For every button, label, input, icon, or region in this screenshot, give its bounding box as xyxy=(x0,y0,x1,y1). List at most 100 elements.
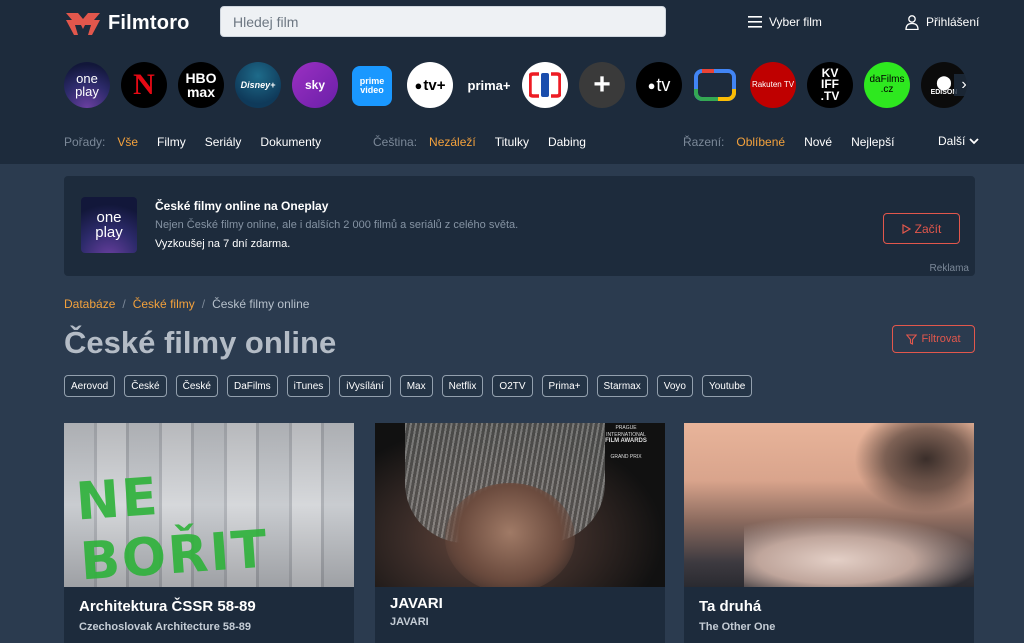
provider-apple-tv[interactable]: ● tv xyxy=(636,62,682,108)
filter-razeni-oblibene[interactable]: Oblíbené xyxy=(736,135,785,149)
movie-poster: PRAGUE INTERNATIONAL FILM AWARDS GRAND P… xyxy=(375,423,665,587)
search-input[interactable] xyxy=(220,6,666,37)
movie-card[interactable]: NE BOŘIT Architektura ČSSR 58-89 Czechos… xyxy=(64,423,354,643)
poster-tree xyxy=(854,423,974,513)
breadcrumb-databaze[interactable]: Databáze xyxy=(64,297,115,311)
tag-aerovod[interactable]: Aerovod xyxy=(64,375,116,397)
tag-ceske-2[interactable]: České xyxy=(175,375,218,397)
filter-porady-label: Pořady: xyxy=(64,135,106,149)
provider-voyo[interactable]: + xyxy=(579,62,625,108)
login-button[interactable]: Přihlášení xyxy=(905,12,979,32)
provider-apple-tv-plus[interactable]: ● tv+ xyxy=(407,62,453,108)
ad-start-button[interactable]: Začít xyxy=(883,213,960,244)
sky-label: sky xyxy=(304,78,326,92)
provider-ceska-televize[interactable] xyxy=(522,62,568,108)
tag-voyo[interactable]: Voyo xyxy=(656,375,693,397)
ad-banner[interactable]: one play České filmy online na Oneplay N… xyxy=(64,176,975,276)
provider-oneplay[interactable]: one play xyxy=(64,62,110,108)
tag-max[interactable]: Max xyxy=(399,375,433,397)
filter-porady-serialy[interactable]: Seriály xyxy=(205,135,242,149)
poster-face xyxy=(445,483,575,587)
apple-tv-plus-label: tv+ xyxy=(423,76,446,94)
kviff-label-3: .TV xyxy=(820,88,840,103)
provider-disney-plus[interactable]: Disney+ xyxy=(235,62,281,108)
provider-hbo-max[interactable]: HBO max xyxy=(178,62,224,108)
dalsi-dropdown[interactable]: Další xyxy=(938,134,979,148)
provider-prime-video[interactable]: prime video xyxy=(352,66,392,106)
provider-kviff-tv[interactable]: KV IFF .TV xyxy=(807,62,853,108)
graffiti-text: NE BOŘIT xyxy=(74,466,271,587)
ad-title: České filmy online na Oneplay xyxy=(155,199,329,213)
tag-ivysilani[interactable]: iVysílání xyxy=(339,375,391,397)
provider-dafilms[interactable]: daFilms .cz xyxy=(864,62,910,108)
provider-prima-plus[interactable]: prima+ xyxy=(462,62,516,108)
tag-netflix[interactable]: Netflix xyxy=(441,375,484,397)
ad-trial-text: Vyzkoušej na 7 dní zdarma. xyxy=(155,238,291,250)
movie-poster: NE BOŘIT xyxy=(64,423,354,587)
provider-strip: one play N HBO max Disney+ sky prime vid… xyxy=(64,62,974,110)
vyber-film-button[interactable]: Vyber film xyxy=(748,12,822,32)
provider-netflix[interactable]: N xyxy=(121,62,167,108)
filter-porady: Pořady: Vše Filmy Seriály Dokumenty xyxy=(64,134,340,150)
login-label: Přihlášení xyxy=(926,15,980,29)
netflix-label: N xyxy=(133,68,155,101)
prime-label-bottom: video xyxy=(360,85,384,95)
tag-youtube[interactable]: Youtube xyxy=(701,375,753,397)
award-line-1: PRAGUE INTERNATIONAL xyxy=(606,425,646,438)
user-icon xyxy=(905,14,919,30)
dalsi-label: Další xyxy=(938,134,966,148)
filter-razeni-label: Řazení: xyxy=(683,135,725,149)
filter-porady-vse[interactable]: Vše xyxy=(117,135,138,149)
movie-title: Architektura ČSSR 58-89 xyxy=(79,598,256,615)
filter-porady-filmy[interactable]: Filmy xyxy=(157,135,186,149)
disney-label: Disney+ xyxy=(240,79,276,90)
award-laurel: PRAGUE INTERNATIONAL FILM AWARDS GRAND P… xyxy=(595,425,657,465)
breadcrumb-separator: / xyxy=(122,297,126,311)
filter-button-label: Filtrovat xyxy=(921,333,961,345)
play-icon xyxy=(902,223,911,234)
filter-cestina-dabing[interactable]: Dabing xyxy=(548,135,586,149)
tag-prima-plus[interactable]: Prima+ xyxy=(541,375,588,397)
filter-cestina-nezalezi[interactable]: Nezáleží xyxy=(429,135,476,149)
award-line-3: GRAND PRIX xyxy=(610,453,642,460)
filter-porady-dokumenty[interactable]: Dokumenty xyxy=(260,135,321,149)
breadcrumb-separator: / xyxy=(201,297,206,311)
movie-title: Ta druhá xyxy=(699,598,762,615)
movie-original-title: Czechoslovak Architecture 58-89 xyxy=(79,621,251,633)
apple-logo-icon: ● xyxy=(647,77,656,93)
breadcrumb: Databáze / České filmy / České filmy onl… xyxy=(64,297,309,311)
tag-itunes[interactable]: iTunes xyxy=(286,375,331,397)
vyber-film-label: Vyber film xyxy=(769,15,822,29)
ct-logo-icon xyxy=(529,72,561,98)
tag-dafilms[interactable]: DaFilms xyxy=(226,375,278,397)
prima-label: prima+ xyxy=(467,77,511,93)
dafilms-label-2: .cz xyxy=(880,84,894,95)
ad-tag: Reklama xyxy=(929,263,969,274)
tag-starmax[interactable]: Starmax xyxy=(596,375,648,397)
hbo-label-bottom: max xyxy=(186,84,216,100)
movie-card[interactable]: PRAGUE INTERNATIONAL FILM AWARDS GRAND P… xyxy=(375,423,665,643)
oneplay-label-bottom: play xyxy=(75,84,99,99)
filter-cestina-titulky[interactable]: Titulky xyxy=(495,135,529,149)
filmtoro-logo-icon xyxy=(66,13,100,35)
tag-ceske[interactable]: České xyxy=(124,375,167,397)
breadcrumb-ceske-filmy[interactable]: České filmy xyxy=(133,297,195,311)
filter-button[interactable]: Filtrovat xyxy=(892,325,975,353)
provider-google-tv[interactable] xyxy=(694,67,736,103)
provider-skyshowtime[interactable]: sky xyxy=(292,62,338,108)
filter-razeni: Řazení: Oblíbené Nové Nejlepší xyxy=(683,134,913,150)
filter-razeni-nejlepsi[interactable]: Nejlepší xyxy=(851,135,894,149)
tag-o2tv[interactable]: O2TV xyxy=(492,375,533,397)
scroll-right-button[interactable]: › xyxy=(954,74,974,96)
movie-card[interactable]: Ta druhá The Other One xyxy=(684,423,974,643)
provider-rakuten-tv[interactable]: Rakuten TV xyxy=(750,62,796,108)
poster-figure xyxy=(744,518,974,587)
award-line-2: FILM AWARDS xyxy=(605,438,647,444)
filter-razeni-nove[interactable]: Nové xyxy=(804,135,832,149)
hbo-label-top: HBO xyxy=(185,70,217,86)
menu-icon xyxy=(748,16,762,28)
ad-start-label: Začít xyxy=(914,221,942,236)
ad-logo-top: one xyxy=(96,209,122,226)
chevron-down-icon xyxy=(969,137,979,144)
site-logo[interactable]: Filmtoro xyxy=(64,8,190,38)
